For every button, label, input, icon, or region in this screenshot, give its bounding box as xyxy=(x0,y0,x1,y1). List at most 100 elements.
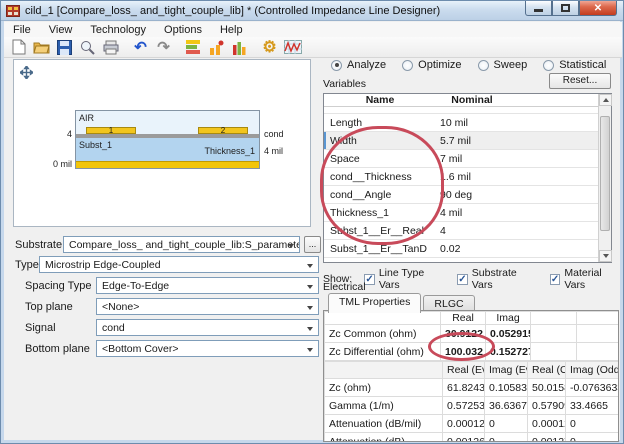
radio-statistical[interactable]: Statistical xyxy=(543,59,606,71)
save-button[interactable] xyxy=(54,38,75,57)
settings-button[interactable]: ⚙ xyxy=(259,38,280,57)
tml-properties-table: Real Imag Zc Common (ohm) 30.9122 0.0529… xyxy=(323,310,619,442)
bar-chart-button[interactable] xyxy=(229,38,250,57)
chevron-down-icon xyxy=(307,327,313,331)
zoom-button[interactable] xyxy=(77,38,98,57)
checkbox-label: Substrate Vars xyxy=(472,267,538,291)
radio-analyze-label: Analyze xyxy=(347,59,386,71)
substrate-browse-button[interactable]: ... xyxy=(304,236,321,253)
checkbox-check-icon: ✓ xyxy=(550,274,561,285)
table-row-width[interactable]: Width 5.7 mil xyxy=(324,132,611,150)
close-button[interactable]: ✕ xyxy=(579,1,617,16)
menu-options[interactable]: Options xyxy=(155,23,211,37)
impedance-plot-button[interactable] xyxy=(206,38,227,57)
cross-section-canvas[interactable]: AIR 1 2 Subst_1 Thickness_1 4 cond 4 mil… xyxy=(13,59,311,227)
var-nominal: 1.6 mil xyxy=(436,171,508,183)
top-plane-select[interactable]: <None> xyxy=(96,298,319,315)
height-0-label: 0 mil xyxy=(44,159,72,169)
pan-cursor-icon xyxy=(20,66,33,79)
app-icon xyxy=(6,5,20,17)
row-attenuation-db: Attenuation (dB) 0.00126314 0 0.0012776 … xyxy=(325,433,620,443)
air-layer: AIR 1 2 xyxy=(76,111,259,134)
reset-button[interactable]: Reset... xyxy=(549,73,611,89)
value-cell: 0.00012776 xyxy=(528,415,566,433)
value-cell: 0.579091 xyxy=(528,397,566,415)
bottom-plane-select-value: <Bottom Cover> xyxy=(102,343,178,355)
table-row-thickness-1[interactable]: Thickness_1 4 mil xyxy=(324,204,611,222)
new-document-button[interactable] xyxy=(8,38,29,57)
real-even-header: Real (Even) xyxy=(443,362,485,379)
value-cell: 33.4665 xyxy=(566,397,620,415)
menu-file[interactable]: File xyxy=(4,23,40,37)
radio-sweep[interactable]: Sweep xyxy=(478,59,528,71)
variables-table-header: Name Nominal xyxy=(324,94,611,107)
even-odd-header: Real (Even) Imag (Even) Real (Odd) Imag … xyxy=(325,362,620,379)
window-controls: ✕ xyxy=(525,1,617,16)
radio-analyze[interactable]: Analyze xyxy=(331,59,386,71)
checkbox-material-vars[interactable]: ✓ Material Vars xyxy=(550,267,623,291)
table-row-space[interactable]: Space 7 mil xyxy=(324,150,611,168)
stackup-button[interactable] xyxy=(183,38,204,57)
print-button[interactable] xyxy=(100,38,121,57)
table-row-cond-thickness[interactable]: cond__Thickness 1.6 mil xyxy=(324,168,611,186)
open-button[interactable] xyxy=(31,38,52,57)
row-label: Attenuation (dB) xyxy=(325,433,443,443)
scroll-down-icon[interactable] xyxy=(599,250,612,262)
waveform-button[interactable] xyxy=(282,38,303,57)
spacing-type-select[interactable]: Edge-To-Edge xyxy=(96,277,319,294)
var-nominal: 0.02 xyxy=(436,243,508,255)
variables-label: Variables xyxy=(323,78,366,90)
imag-even-header: Imag (Even) xyxy=(485,362,528,379)
substrate-field-label: Substrate xyxy=(15,239,62,251)
signal-select[interactable]: cond xyxy=(96,319,319,336)
undo-button[interactable]: ↶ xyxy=(130,38,151,57)
row-label: Gamma (1/m) xyxy=(325,397,443,415)
menu-help[interactable]: Help xyxy=(211,23,252,37)
scroll-up-icon[interactable] xyxy=(599,94,612,106)
impedance-plot-icon xyxy=(209,40,224,55)
bottom-plane-select[interactable]: <Bottom Cover> xyxy=(96,340,319,357)
radio-dot xyxy=(331,60,342,71)
var-name: cond__Thickness xyxy=(324,171,436,183)
thickness-value-label: 4 mil xyxy=(264,146,283,156)
table-row-length[interactable]: Length 10 mil xyxy=(324,114,611,132)
table-row-cond-angle[interactable]: cond__Angle 90 deg xyxy=(324,186,611,204)
real-odd-header: Real (Odd) xyxy=(528,362,566,379)
show-filter-row: Show: ✓ Line Type Vars ✓ Substrate Vars … xyxy=(323,267,623,291)
window-frame-left xyxy=(1,21,4,444)
table-row-partial[interactable] xyxy=(324,107,611,114)
stackup-layers-icon xyxy=(186,40,201,54)
menu-view[interactable]: View xyxy=(40,23,82,37)
tab-tml-properties[interactable]: TML Properties xyxy=(328,293,421,313)
checkbox-line-type-vars[interactable]: ✓ Line Type Vars xyxy=(364,267,445,291)
substrate-stackup: AIR 1 2 Subst_1 Thickness_1 xyxy=(75,110,260,169)
open-folder-icon xyxy=(33,40,50,54)
window-frame-right xyxy=(620,21,623,444)
substrate-select[interactable]: Compare_loss_ and_tight_couple_lib:S_par… xyxy=(63,236,300,253)
checkbox-check-icon: ✓ xyxy=(364,274,375,285)
minimize-button[interactable] xyxy=(525,1,552,16)
zc-table: Real Imag Zc Common (ohm) 30.9122 0.0529… xyxy=(324,311,619,361)
row-gamma: Gamma (1/m) 0.572535 36.6367 0.579091 33… xyxy=(325,397,620,415)
type-select[interactable]: Microstrip Edge-Coupled xyxy=(39,256,319,273)
maximize-button[interactable] xyxy=(552,1,579,16)
var-name: cond__Angle xyxy=(324,189,436,201)
scrollbar-thumb[interactable] xyxy=(600,116,610,231)
new-document-icon xyxy=(12,39,26,55)
row-label: Zc (ohm) xyxy=(325,379,443,397)
zc-differential-real: 100.032 xyxy=(441,343,486,361)
checkbox-substrate-vars[interactable]: ✓ Substrate Vars xyxy=(457,267,538,291)
var-name: Thickness_1 xyxy=(324,207,436,219)
row-label: Attenuation (dB/mil) xyxy=(325,415,443,433)
table-row-er-real[interactable]: Subst_1__Er__Real 4 xyxy=(324,222,611,240)
spacing-type-field-label: Spacing Type xyxy=(25,280,91,292)
variables-scrollbar[interactable] xyxy=(598,94,611,262)
value-cell: 0 xyxy=(566,433,620,443)
ground-layer xyxy=(76,161,259,168)
var-name: Length xyxy=(324,117,436,129)
var-name: Subst_1__Er__Real xyxy=(324,225,436,237)
table-row-er-tand[interactable]: Subst_1__Er__TanD 0.02 xyxy=(324,240,611,258)
radio-optimize[interactable]: Optimize xyxy=(402,59,461,71)
menu-technology[interactable]: Technology xyxy=(81,23,155,37)
redo-button[interactable]: ↷ xyxy=(153,38,174,57)
